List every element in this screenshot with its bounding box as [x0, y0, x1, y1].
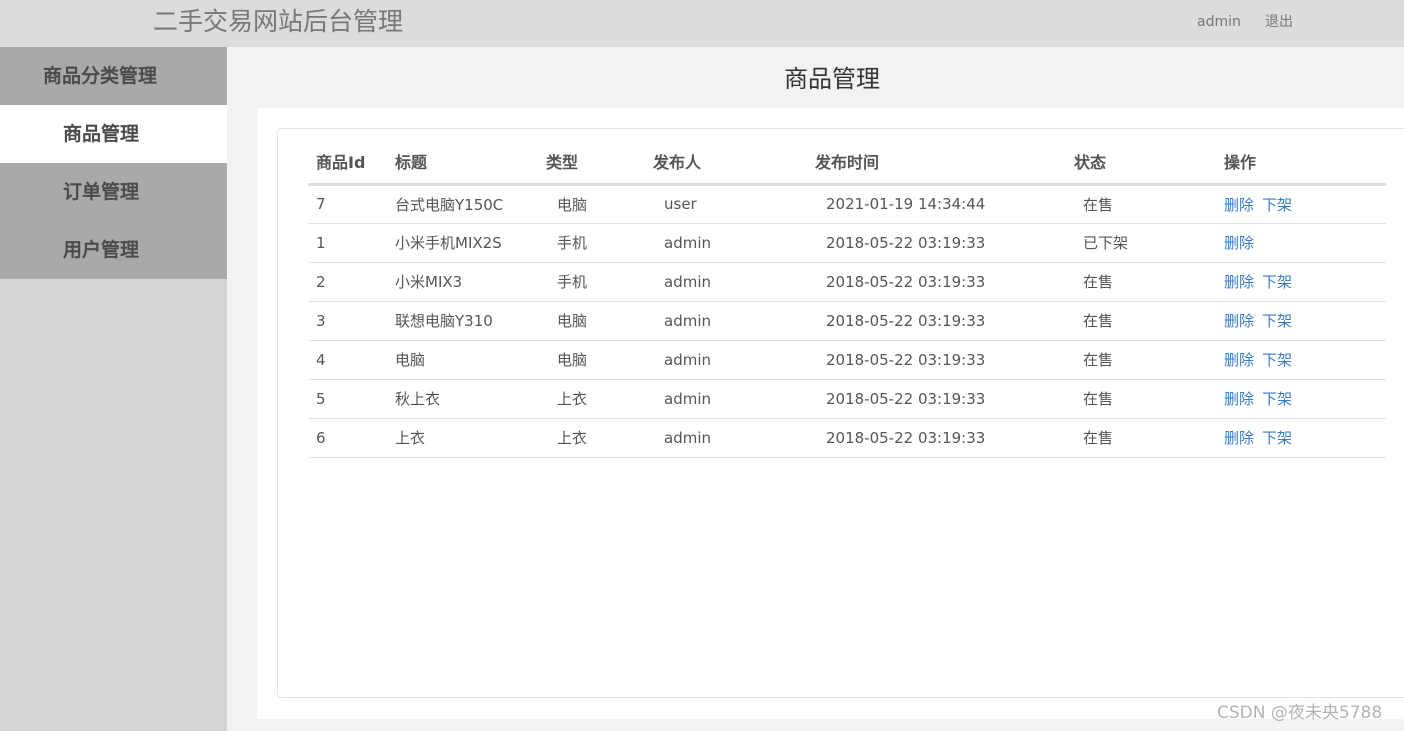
- delete-link[interactable]: 删除: [1224, 273, 1254, 291]
- cell-time: 2018-05-22 03:19:33: [815, 379, 1074, 419]
- table-row: 6 上衣 上衣 admin 2018-05-22 03:19:33 在售 删除 下架: [308, 418, 1386, 458]
- column-header-publisher: 发布人: [653, 140, 815, 186]
- cell-time: 2018-05-22 03:19:33: [815, 301, 1074, 341]
- top-bar: 二手交易网站后台管理 admin 退出: [0, 0, 1404, 47]
- cell-time: 2018-05-22 03:19:33: [815, 223, 1074, 263]
- offshelf-link[interactable]: 下架: [1262, 390, 1292, 408]
- table-row: 5 秋上衣 上衣 admin 2018-05-22 03:19:33 在售 删除 下架: [308, 379, 1386, 419]
- cell-time: 2018-05-22 03:19:33: [815, 262, 1074, 302]
- sidebar-item-orders[interactable]: 订单管理: [0, 163, 227, 221]
- cell-type: 电脑: [546, 340, 653, 380]
- cell-id: 1: [308, 223, 395, 263]
- cell-publisher: admin: [653, 262, 815, 302]
- cell-type: 电脑: [546, 301, 653, 341]
- cell-id: 2: [308, 262, 395, 302]
- cell-actions: 删除: [1224, 223, 1386, 263]
- cell-id: 6: [308, 418, 395, 458]
- delete-link[interactable]: 删除: [1224, 390, 1254, 408]
- cell-id: 5: [308, 379, 395, 419]
- delete-link[interactable]: 删除: [1224, 351, 1254, 369]
- delete-link[interactable]: 删除: [1224, 196, 1254, 214]
- column-header-status: 状态: [1074, 140, 1224, 186]
- cell-title: 联想电脑Y310: [395, 301, 546, 341]
- cell-status: 在售: [1074, 379, 1224, 419]
- cell-publisher: user: [653, 184, 815, 224]
- cell-actions: 删除 下架: [1224, 184, 1386, 224]
- watermark: CSDN @夜未央5788: [1217, 703, 1383, 723]
- offshelf-link[interactable]: 下架: [1262, 196, 1292, 214]
- cell-status: 已下架: [1074, 223, 1224, 263]
- sidebar: 商品分类管理 商品管理 订单管理 用户管理: [0, 47, 227, 731]
- page-title: 商品管理: [784, 65, 880, 93]
- cell-status: 在售: [1074, 184, 1224, 224]
- table-row: 1 小米手机MIX2S 手机 admin 2018-05-22 03:19:33 已下架删…: [308, 223, 1386, 263]
- column-header-type: 类型: [546, 140, 653, 186]
- column-header-actions: 操作: [1224, 140, 1386, 186]
- table-header-row: 商品Id 标题 类型 发布人 发布时间 状态 操作: [308, 140, 1386, 186]
- cell-type: 上衣: [546, 418, 653, 458]
- offshelf-link[interactable]: 下架: [1262, 351, 1292, 369]
- cell-publisher: admin: [653, 379, 815, 419]
- goods-table: 商品Id 标题 类型 发布人 发布时间 状态 操作 7 台式电脑Y150C 电脑 us…: [308, 140, 1386, 458]
- cell-publisher: admin: [653, 340, 815, 380]
- current-user: admin: [1197, 14, 1241, 30]
- cell-actions: 删除 下架: [1224, 379, 1386, 419]
- table-row: 3 联想电脑Y310 电脑 admin 2018-05-22 03:19:33 在售 删除下…: [308, 301, 1386, 341]
- cell-time: 2021-01-19 14:34:44: [815, 184, 1074, 224]
- delete-link[interactable]: 删除: [1224, 429, 1254, 447]
- cell-status: 在售: [1074, 262, 1224, 302]
- cell-actions: 删除 下架: [1224, 418, 1386, 458]
- table-row: 2 小米MIX3 手机 admin 2018-05-22 03:19:33 在售 删除 下架: [308, 262, 1386, 302]
- cell-time: 2018-05-22 03:19:33: [815, 340, 1074, 380]
- table-row: 4 电脑 电脑 admin 2018-05-22 03:19:33 在售 删除 下架: [308, 340, 1386, 380]
- offshelf-link[interactable]: 下架: [1262, 273, 1292, 291]
- cell-id: 3: [308, 301, 395, 341]
- column-header-title: 标题: [395, 140, 546, 186]
- cell-status: 在售: [1074, 340, 1224, 380]
- delete-link[interactable]: 删除: [1224, 312, 1254, 330]
- table-row: 7 台式电脑Y150C 电脑 user 2021-01-19 14:34:44 在售 删除下…: [308, 184, 1386, 224]
- sidebar-item-goods[interactable]: 商品管理: [0, 105, 227, 163]
- cell-type: 上衣: [546, 379, 653, 419]
- column-header-id: 商品Id: [308, 140, 395, 186]
- cell-title: 台式电脑Y150C: [395, 184, 546, 224]
- cell-actions: 删除 下架: [1224, 262, 1386, 302]
- site-title: 二手交易网站后台管理: [153, 7, 404, 36]
- sidebar-item-users[interactable]: 用户管理: [0, 221, 227, 279]
- column-header-time: 发布时间: [815, 140, 1074, 186]
- cell-title: 电脑: [395, 340, 546, 380]
- cell-actions: 删除 下架: [1224, 301, 1386, 341]
- offshelf-link[interactable]: 下架: [1262, 312, 1292, 330]
- cell-publisher: admin: [653, 301, 815, 341]
- cell-actions: 删除 下架: [1224, 340, 1386, 380]
- offshelf-link[interactable]: 下架: [1262, 429, 1292, 447]
- cell-id: 7: [308, 184, 395, 224]
- cell-title: 小米手机MIX2S: [395, 223, 546, 263]
- cell-title: 秋上衣: [395, 379, 546, 419]
- logout-link[interactable]: 退出: [1265, 13, 1293, 31]
- cell-time: 2018-05-22 03:19:33: [815, 418, 1074, 458]
- sidebar-item-category[interactable]: 商品分类管理: [0, 47, 227, 105]
- cell-publisher: admin: [653, 418, 815, 458]
- cell-status: 在售: [1074, 301, 1224, 341]
- cell-type: 电脑: [546, 184, 653, 224]
- cell-type: 手机: [546, 223, 653, 263]
- cell-id: 4: [308, 340, 395, 380]
- cell-title: 小米MIX3: [395, 262, 546, 302]
- cell-status: 在售: [1074, 418, 1224, 458]
- cell-publisher: admin: [653, 223, 815, 263]
- table-body: 7 台式电脑Y150C 电脑 user 2021-01-19 14:34:44 在售 删除下…: [308, 184, 1386, 458]
- delete-link[interactable]: 删除: [1224, 234, 1254, 252]
- cell-type: 手机: [546, 262, 653, 302]
- cell-title: 上衣: [395, 418, 546, 458]
